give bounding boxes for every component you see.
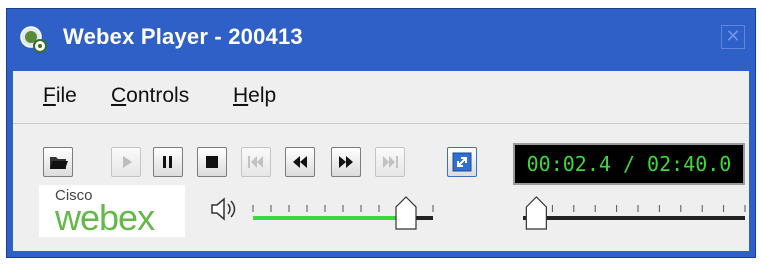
play-button[interactable] xyxy=(111,147,141,177)
menu-help-label: elp xyxy=(248,84,277,107)
fast-forward-icon xyxy=(339,156,353,168)
volume-slider[interactable] xyxy=(247,189,447,235)
skip-to-start-button[interactable] xyxy=(241,147,271,177)
position-slider-thumb[interactable] xyxy=(525,196,547,230)
volume-slider-fill xyxy=(253,216,406,220)
webex-player-app-icon xyxy=(20,26,47,53)
menu-file[interactable]: File xyxy=(43,84,77,108)
rewind-button[interactable] xyxy=(285,147,315,177)
pause-button[interactable] xyxy=(153,147,183,177)
folder-icon xyxy=(50,157,68,169)
stop-icon xyxy=(206,156,218,168)
player-window: Webex Player - 200413 ✕ File Controls He… xyxy=(6,8,756,258)
menu-file-mnemonic: F xyxy=(43,84,56,107)
title-bar[interactable]: Webex Player - 200413 ✕ xyxy=(7,9,755,71)
skip-to-end-icon xyxy=(383,156,398,168)
menu-controls-mnemonic: C xyxy=(111,84,127,107)
menu-controls[interactable]: Controls xyxy=(111,84,189,108)
fullscreen-icon xyxy=(452,152,472,172)
rewind-icon xyxy=(293,156,307,168)
stop-button[interactable] xyxy=(197,147,227,177)
volume-slider-thumb[interactable] xyxy=(395,196,417,230)
cisco-webex-logo: Cisco webex xyxy=(39,185,185,238)
close-button[interactable]: ✕ xyxy=(721,25,745,49)
speaker-icon[interactable] xyxy=(207,195,239,223)
fullscreen-button[interactable] xyxy=(447,147,477,177)
menu-help-mnemonic: H xyxy=(233,84,249,107)
pause-icon xyxy=(163,156,172,168)
skip-to-start-icon xyxy=(248,156,263,168)
open-file-button[interactable] xyxy=(43,147,73,177)
menu-controls-label: ontrols xyxy=(126,84,190,107)
fast-forward-button[interactable] xyxy=(331,147,361,177)
position-slider-track xyxy=(523,216,745,220)
position-slider-ticks xyxy=(530,205,746,212)
time-display: 00:02.4 / 02:40.0 xyxy=(513,143,745,185)
client-area: File Controls Help 00:02.4 / 02:40.0 Cis… xyxy=(13,71,749,251)
logo-webex-text: webex xyxy=(55,197,155,238)
window-title: Webex Player - 200413 xyxy=(63,24,303,49)
menu-file-label: ile xyxy=(55,84,77,107)
playback-position-slider[interactable] xyxy=(517,189,749,235)
menu-bar: File Controls Help xyxy=(13,71,749,124)
play-icon xyxy=(123,156,132,168)
menu-help[interactable]: Help xyxy=(233,84,276,108)
skip-to-end-button[interactable] xyxy=(375,147,405,177)
